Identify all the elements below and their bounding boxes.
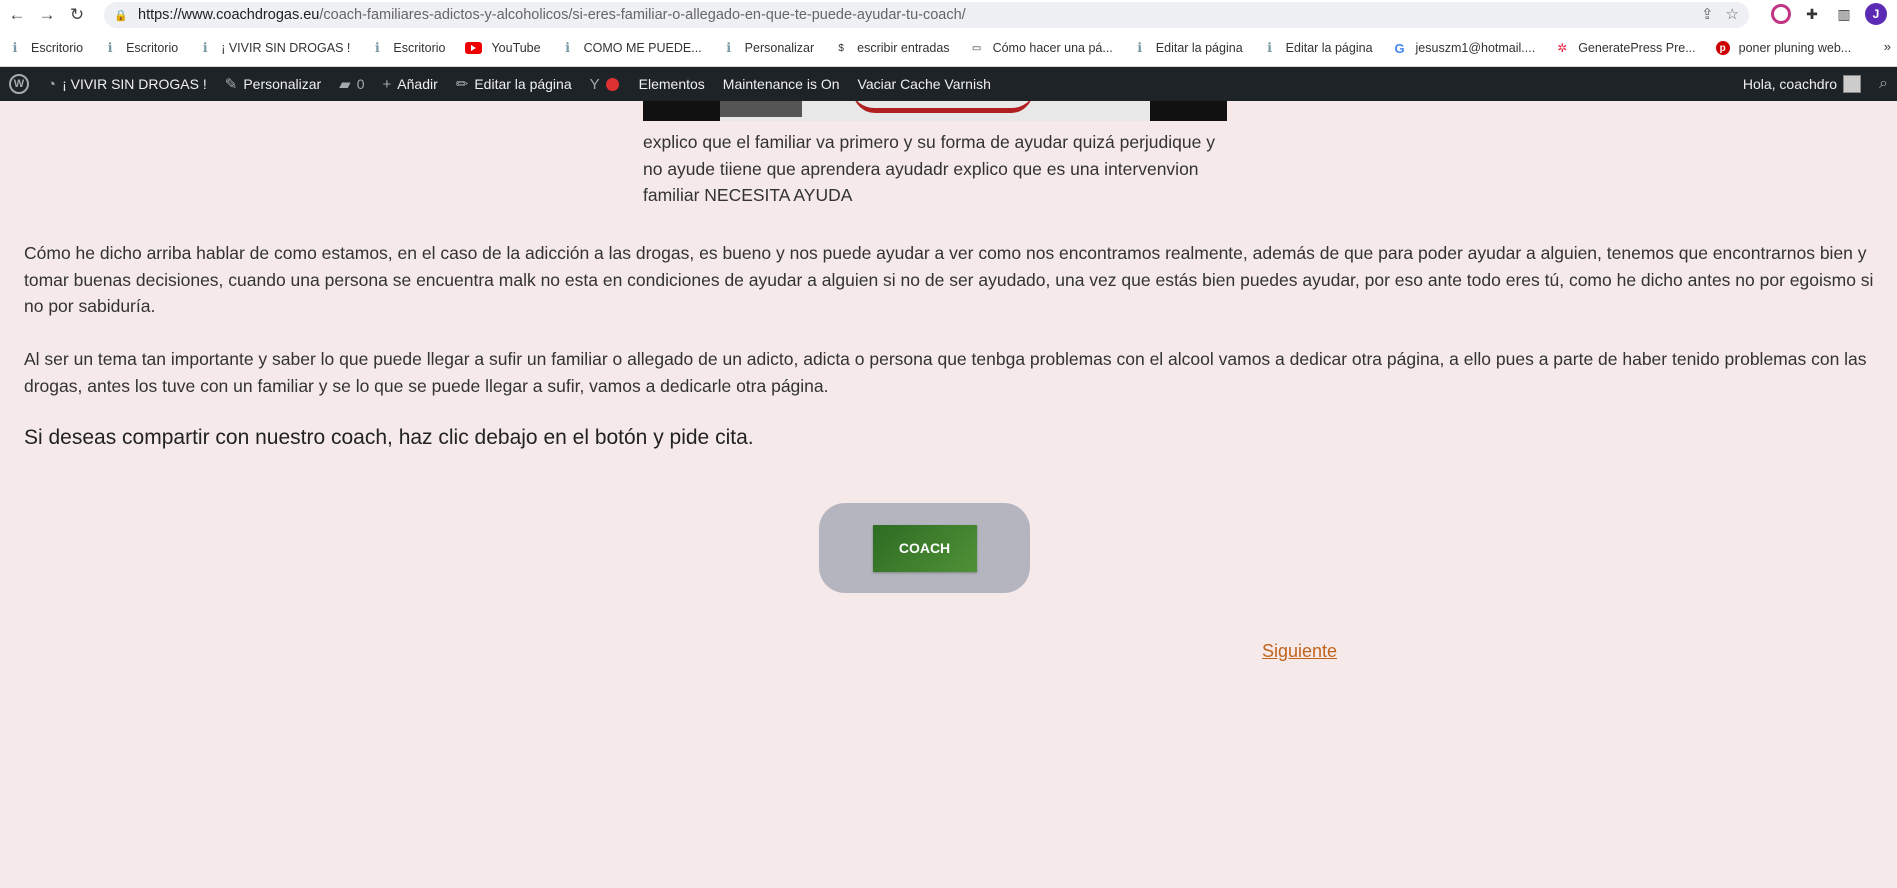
seo-status-dot: [605, 77, 619, 91]
edit-page-menu[interactable]: ✏ Editar la página: [447, 67, 581, 101]
plus-icon: +: [382, 75, 392, 93]
maintenance-menu[interactable]: Maintenance is On: [714, 67, 849, 101]
browser-toolbar: ← → ↻ 🔒 https://www.coachdrogas.eu/coach…: [0, 0, 1897, 30]
wordpress-icon: ℹ: [202, 40, 208, 55]
brush-icon: ✎: [224, 76, 238, 93]
coach-button[interactable]: COACH: [872, 524, 977, 572]
article-paragraph: Al ser un tema tan importante y saber lo…: [24, 349, 1867, 396]
url-text[interactable]: https://www.coachdrogas.eu/coach-familia…: [138, 7, 966, 23]
wp-admin-bar: W ◔ ¡ VIVIR SIN DROGAS ! ✎ Personalizar ▰ 0…: [0, 67, 1897, 101]
wordpress-icon: ℹ: [565, 40, 571, 55]
forward-icon[interactable]: →: [34, 2, 60, 28]
bookmark-item[interactable]: ℹ Editar la página: [1263, 40, 1372, 55]
elements-menu[interactable]: Elementos: [630, 67, 714, 101]
address-bar[interactable]: 🔒 https://www.coachdrogas.eu/coach-famil…: [104, 2, 1749, 28]
bookmark-item[interactable]: ℹ Personalizar: [722, 40, 814, 55]
dollar-icon: $: [838, 42, 844, 54]
pinterest-icon: p: [1715, 41, 1730, 55]
user-avatar: [1843, 75, 1862, 93]
profile-avatar[interactable]: J: [1865, 3, 1887, 25]
bookmark-star-icon[interactable]: ☆: [1726, 5, 1739, 23]
bookmark-item[interactable]: Gjesuszm1@hotmail....: [1393, 40, 1535, 56]
extensions-puzzle-icon[interactable]: ✚: [1801, 3, 1823, 25]
bookmark-item[interactable]: ℹ Escritorio: [8, 40, 84, 55]
page-icon: ▭: [971, 42, 982, 54]
lock-icon[interactable]: 🔒: [114, 9, 130, 22]
youtube-icon: [465, 42, 483, 54]
search-icon[interactable]: ⌕: [1870, 67, 1897, 101]
dashboard-icon: ◔: [47, 75, 57, 93]
bookmark-item[interactable]: ℹ Editar la página: [1133, 40, 1242, 55]
site-name-menu[interactable]: ◔ ¡ VIVIR SIN DROGAS !: [38, 67, 216, 101]
wordpress-icon: ℹ: [1137, 40, 1143, 55]
instagram-extension-icon[interactable]: [1771, 4, 1791, 24]
purge-cache-menu[interactable]: Vaciar Cache Varnish: [849, 67, 1000, 101]
call-to-action-text: Si deseas compartir con nuestro coach, h…: [24, 426, 754, 449]
wordpress-icon: ℹ: [107, 40, 113, 55]
bookmark-item[interactable]: $ escribir entradas: [834, 41, 949, 55]
bookmark-item[interactable]: ℹ Escritorio: [370, 40, 446, 55]
wordpress-icon: ℹ: [1267, 40, 1273, 55]
pencil-icon: ✏: [455, 76, 469, 93]
side-panel-icon[interactable]: ▥: [1833, 3, 1855, 25]
wordpress-logo-icon: W: [9, 74, 29, 94]
yoast-seo-menu[interactable]: Y: [581, 67, 630, 101]
google-icon: G: [1394, 40, 1405, 56]
back-icon[interactable]: ←: [4, 2, 30, 28]
next-page-link[interactable]: Siguiente: [1262, 641, 1337, 662]
yoast-icon: Y: [589, 75, 600, 93]
comments-menu[interactable]: ▰ 0: [330, 67, 373, 101]
bookmark-item[interactable]: ✲ GeneratePress Pre...: [1555, 41, 1695, 55]
reload-icon[interactable]: ↻: [64, 2, 90, 28]
wp-logo-menu[interactable]: W: [0, 67, 38, 101]
image-caption: explico que el familiar va primero y su …: [643, 132, 1215, 205]
customize-menu[interactable]: ✎ Personalizar: [216, 67, 330, 101]
bookmarks-bar: ℹ Escritorio ℹ Escritorio ℹ ¡ VIVIR SIN DRO…: [0, 30, 1897, 67]
wordpress-icon: ℹ: [374, 40, 380, 55]
bookmarks-overflow-icon[interactable]: »: [1884, 39, 1891, 54]
wordpress-icon: ℹ: [12, 40, 18, 55]
my-account-menu[interactable]: Hola, coachdro: [1734, 67, 1870, 101]
button-container: COACH: [819, 503, 1030, 593]
bookmark-item[interactable]: ℹ COMO ME PUEDE...: [561, 40, 702, 55]
article-image: [643, 101, 1227, 121]
bookmark-item[interactable]: ℹ Escritorio: [103, 40, 179, 55]
article-paragraph: Cómo he dicho arriba hablar de como esta…: [24, 243, 1874, 316]
bookmark-item[interactable]: p poner pluning web...: [1715, 41, 1851, 55]
page-content: explico que el familiar va primero y su …: [0, 101, 1897, 888]
add-new-menu[interactable]: + Añadir: [374, 67, 447, 101]
generatepress-icon: ✲: [1557, 41, 1568, 55]
share-icon[interactable]: ⇪: [1701, 5, 1714, 23]
bookmark-item[interactable]: ℹ ¡ VIVIR SIN DROGAS !: [198, 40, 351, 55]
bookmark-item[interactable]: ▭ Cómo hacer una pá...: [970, 41, 1113, 55]
bookmark-item[interactable]: YouTube: [465, 41, 541, 55]
wordpress-icon: ℹ: [726, 40, 732, 55]
comment-icon: ▰: [339, 76, 351, 93]
